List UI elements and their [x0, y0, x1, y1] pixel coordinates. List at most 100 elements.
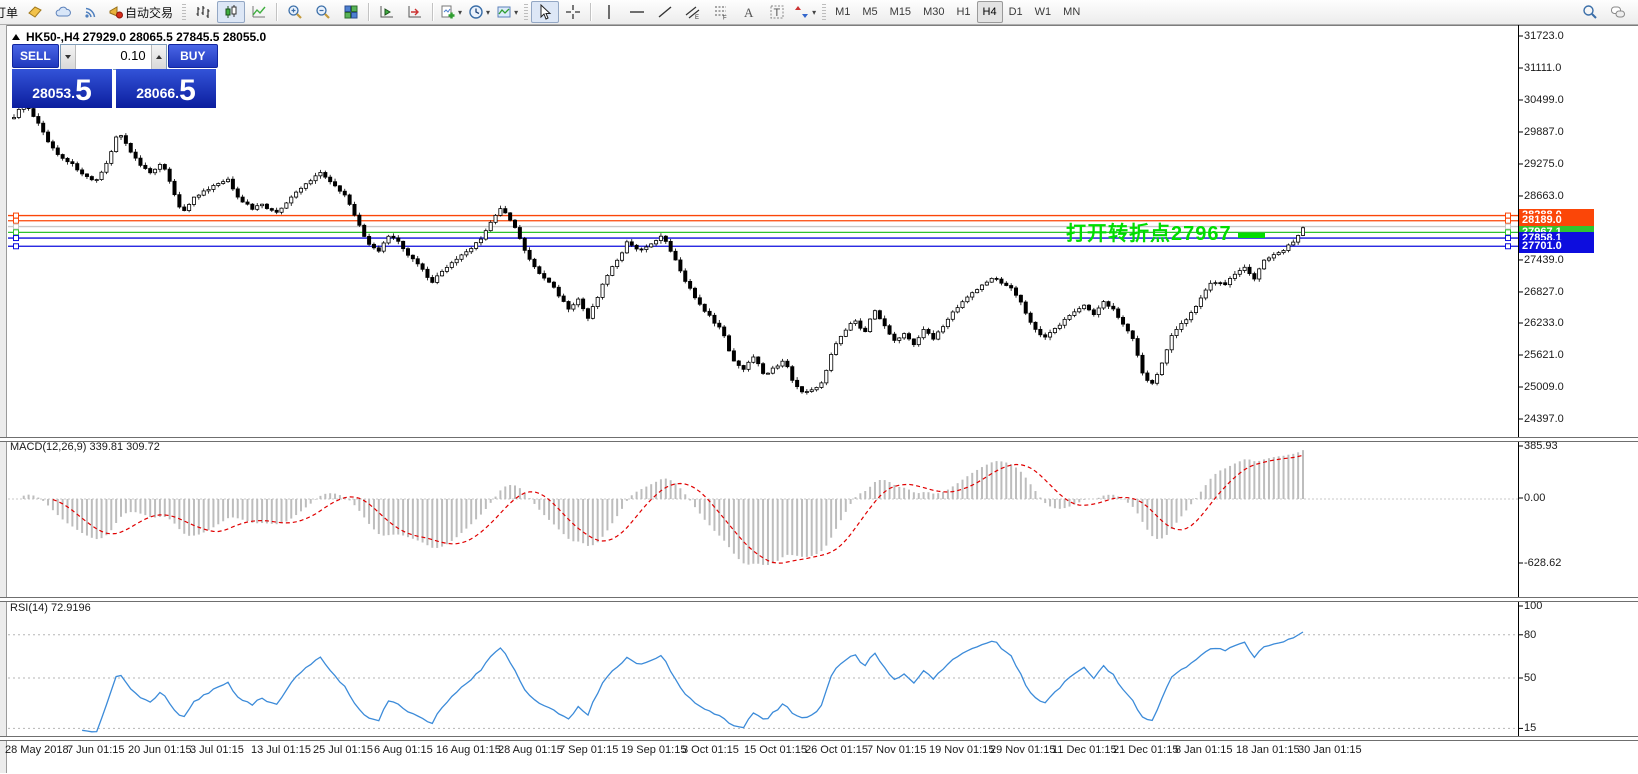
- date-axis-label: 18 Jan 01:15: [1236, 744, 1300, 756]
- zoom-in-icon: [287, 4, 303, 20]
- date-axis-label: 7 Sep 01:15: [559, 744, 618, 756]
- price-tick-label: 25009.0: [1524, 381, 1564, 393]
- autotrade-button[interactable]: 自动交易: [105, 1, 179, 23]
- pane-separator-macd-rsi[interactable]: [0, 597, 1638, 602]
- window-left-edge: [0, 25, 7, 773]
- vertical-line-icon: [601, 4, 617, 20]
- sell-price[interactable]: 28053.5: [12, 69, 113, 108]
- trendline-icon: [657, 4, 673, 20]
- toolbar-drag-handle[interactable]: [182, 4, 186, 20]
- tile-windows-button[interactable]: [337, 1, 365, 23]
- mql5-cloud-button[interactable]: [49, 1, 77, 23]
- toolbar-separator: [276, 3, 278, 21]
- new-chart-button[interactable]: ▾: [437, 1, 465, 23]
- date-axis-label: 11 Dec 01:15: [1052, 744, 1117, 756]
- chart-shift-button[interactable]: [401, 1, 429, 23]
- timeframe-m1-button[interactable]: M1: [829, 1, 856, 23]
- sell-button[interactable]: SELL: [12, 44, 59, 68]
- periods-icon: [468, 4, 484, 20]
- collapse-pane-icon[interactable]: [12, 34, 20, 40]
- level-price-label[interactable]: 27701.0: [1519, 240, 1594, 253]
- autotrade-icon: [108, 4, 124, 20]
- templates-icon: [496, 4, 512, 20]
- equidistant-channel-button[interactable]: E: [679, 1, 707, 23]
- zoom-out-button[interactable]: [309, 1, 337, 23]
- arrows-button[interactable]: ▾: [791, 1, 819, 23]
- new-order-button[interactable]: [21, 1, 49, 23]
- date-axis-label: 25 Jul 01:15: [313, 744, 373, 756]
- trendline-button[interactable]: [651, 1, 679, 23]
- rsi-tick-label: 15: [1524, 722, 1536, 734]
- price-tick-label: 27439.0: [1524, 254, 1564, 266]
- text-icon: A: [741, 4, 757, 20]
- crosshair-icon: [565, 4, 581, 20]
- sell-price-int: 28053: [32, 80, 71, 106]
- volume-decrease-button[interactable]: [61, 45, 76, 69]
- text-label-icon: T: [769, 4, 785, 20]
- timeframe-h4-button[interactable]: H4: [977, 1, 1003, 23]
- timeframe-mn-button[interactable]: MN: [1057, 1, 1086, 23]
- candles-chart-button[interactable]: [217, 1, 245, 23]
- date-axis-label: 28 May 2018: [5, 744, 69, 756]
- horizontal-line-button[interactable]: [623, 1, 651, 23]
- fibonacci-button[interactable]: F: [707, 1, 735, 23]
- triangle-down-icon: [65, 55, 71, 59]
- vertical-line-button[interactable]: [595, 1, 623, 23]
- volume-increase-button[interactable]: [151, 45, 166, 69]
- candles-chart-icon: [223, 4, 239, 20]
- arrows-icon: [794, 4, 810, 20]
- volume-input[interactable]: 0.10: [76, 45, 151, 69]
- text-button[interactable]: A: [735, 1, 763, 23]
- zoom-in-button[interactable]: [281, 1, 309, 23]
- cursor-button[interactable]: [531, 1, 559, 23]
- bars-chart-button[interactable]: [189, 1, 217, 23]
- toolbar-drag-handle[interactable]: [524, 4, 528, 20]
- chevron-down-icon: ▾: [514, 8, 518, 17]
- autotrade-label: 自动交易: [125, 4, 173, 21]
- chart-window: [0, 25, 1638, 774]
- pane-separator-main-macd[interactable]: [0, 437, 1638, 442]
- chat-button[interactable]: [1604, 1, 1632, 23]
- toolbar-drag-handle[interactable]: [822, 4, 826, 20]
- date-axis-label: 21 Dec 01:15: [1113, 744, 1178, 756]
- timeframe-h1-button[interactable]: H1: [950, 1, 976, 23]
- bars-chart-icon: [195, 4, 211, 20]
- auto-scroll-button[interactable]: [373, 1, 401, 23]
- signals-button[interactable]: [77, 1, 105, 23]
- toolbar-separator: [432, 3, 434, 21]
- toolbar-separator: [368, 3, 370, 21]
- price-tick-label: 29275.0: [1524, 158, 1564, 170]
- templates-button[interactable]: ▾: [493, 1, 521, 23]
- line-chart-button[interactable]: [245, 1, 273, 23]
- chevron-down-icon: ▾: [486, 8, 490, 17]
- timeframe-d1-button[interactable]: D1: [1003, 1, 1029, 23]
- equidistant-channel-icon: E: [685, 4, 701, 20]
- rsi-label: RSI(14) 72.9196: [10, 602, 91, 614]
- toolbar-separator: [590, 3, 592, 21]
- timeframe-w1-button[interactable]: W1: [1029, 1, 1058, 23]
- timeframe-m5-button[interactable]: M5: [856, 1, 883, 23]
- pivot-annotation-text[interactable]: 打开转折点27967: [1066, 217, 1232, 246]
- buy-button[interactable]: BUY: [168, 44, 218, 68]
- chart-title: HK50-,H4 27929.0 28065.5 27845.5 28055.0: [12, 30, 266, 44]
- svg-text:A: A: [744, 5, 754, 20]
- price-tick-label: 24397.0: [1524, 413, 1564, 425]
- timeframe-m30-button[interactable]: M30: [917, 1, 950, 23]
- tile-windows-icon: [343, 4, 359, 20]
- mql5-cloud-icon: [55, 4, 71, 20]
- crosshair-button[interactable]: [559, 1, 587, 23]
- date-axis-label: 20 Jun 01:15: [128, 744, 192, 756]
- date-axis-label: 26 Oct 01:15: [805, 744, 868, 756]
- buy-price-big: 5: [179, 76, 196, 106]
- pane-separator-rsi-dates: [0, 736, 1638, 741]
- buy-price[interactable]: 28066.5: [116, 69, 216, 108]
- search-button[interactable]: [1576, 1, 1604, 23]
- price-tick-label: 31111.0: [1524, 62, 1561, 74]
- search-icon: [1582, 4, 1598, 20]
- date-axis-label: 30 Jan 01:15: [1298, 744, 1362, 756]
- periods-button[interactable]: ▾: [465, 1, 493, 23]
- new-order-label[interactable]: 打单: [0, 4, 18, 21]
- timeframe-m15-button[interactable]: M15: [884, 1, 917, 23]
- auto-scroll-icon: [379, 4, 395, 20]
- text-label-button[interactable]: T: [763, 1, 791, 23]
